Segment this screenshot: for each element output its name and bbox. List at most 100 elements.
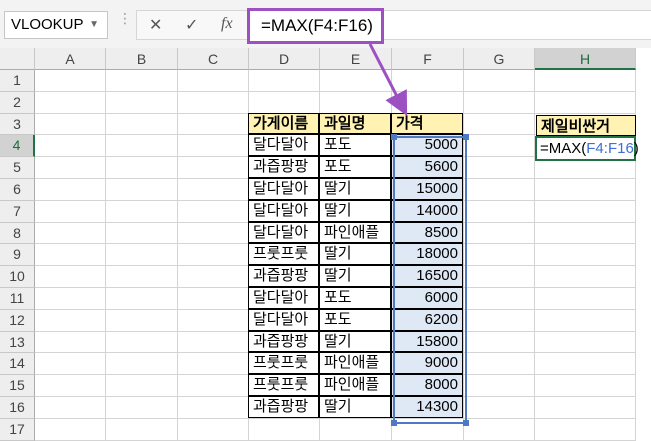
cell[interactable] (464, 179, 535, 201)
store-name-cell[interactable]: 달다달아 (248, 199, 319, 222)
select-all-corner[interactable] (0, 48, 35, 70)
cell[interactable] (35, 418, 106, 441)
row-header-8[interactable]: 8 (0, 222, 35, 245)
cell[interactable] (35, 113, 106, 136)
row-header-16[interactable]: 16 (0, 397, 35, 419)
price-cell[interactable]: 8000 (391, 374, 463, 396)
cell[interactable] (35, 200, 106, 223)
cell[interactable] (35, 331, 106, 354)
cell[interactable] (178, 309, 249, 332)
row-header-3[interactable]: 3 (0, 113, 35, 136)
cell[interactable] (178, 135, 249, 158)
cell[interactable] (106, 397, 178, 419)
fruit-name-cell[interactable]: 딸기 (319, 396, 391, 418)
cell[interactable] (178, 266, 249, 288)
cell[interactable] (392, 91, 464, 114)
cell[interactable] (249, 418, 320, 441)
price-cell[interactable]: 14300 (391, 396, 463, 418)
cell[interactable] (35, 309, 106, 332)
fruit-name-cell[interactable]: 파인애플 (319, 374, 391, 396)
price-cell[interactable]: 5600 (391, 156, 463, 178)
fruit-name-cell[interactable]: 포도 (319, 134, 391, 157)
cell[interactable] (106, 91, 178, 114)
dropdown-arrow-icon[interactable]: ▼ (89, 12, 99, 38)
row-header-1[interactable]: 1 (0, 70, 35, 92)
store-name-cell[interactable]: 달다달아 (248, 134, 319, 157)
cell[interactable] (178, 331, 249, 354)
cell[interactable] (535, 331, 636, 354)
cell[interactable] (35, 157, 106, 179)
price-cell[interactable]: 8500 (391, 221, 463, 244)
cell[interactable] (106, 179, 178, 201)
cell[interactable] (106, 113, 178, 136)
price-cell[interactable]: 18000 (391, 243, 463, 266)
column-header-c[interactable]: C (178, 48, 249, 70)
cell[interactable] (106, 266, 178, 288)
cell[interactable] (35, 266, 106, 288)
store-name-cell[interactable]: 달다달아 (248, 287, 319, 309)
price-cell[interactable]: 14000 (391, 199, 463, 222)
cell[interactable] (249, 70, 320, 92)
result-label[interactable]: 제일비싼거 (536, 115, 636, 136)
cell[interactable] (535, 353, 636, 376)
row-header-9[interactable]: 9 (0, 244, 35, 267)
cell[interactable] (178, 70, 249, 92)
column-header-b[interactable]: B (106, 48, 178, 70)
cell[interactable] (464, 331, 535, 354)
row-header-7[interactable]: 7 (0, 200, 35, 223)
fruit-name-cell[interactable]: 포도 (319, 308, 391, 331)
cell[interactable] (392, 418, 464, 441)
cell[interactable] (535, 397, 636, 419)
cell[interactable] (35, 222, 106, 245)
cell[interactable] (535, 375, 636, 397)
cell[interactable] (535, 309, 636, 332)
price-cell[interactable]: 16500 (391, 265, 463, 287)
row-header-5[interactable]: 5 (0, 157, 35, 179)
cell[interactable] (178, 113, 249, 136)
row-header-17[interactable]: 17 (0, 418, 35, 441)
column-header-d[interactable]: D (249, 48, 320, 70)
cell[interactable] (178, 288, 249, 310)
cell[interactable] (535, 91, 636, 114)
price-cell[interactable]: 15000 (391, 178, 463, 200)
row-header-14[interactable]: 14 (0, 353, 35, 376)
fx-icon[interactable]: fx (221, 15, 233, 33)
cell[interactable] (106, 135, 178, 158)
cancel-icon[interactable]: ✕ (149, 15, 162, 35)
cell[interactable] (464, 135, 535, 158)
cell[interactable] (106, 375, 178, 397)
cell[interactable] (35, 244, 106, 267)
cell[interactable] (106, 418, 178, 441)
resize-handle-icon[interactable]: ⋮ (118, 11, 132, 37)
store-name-cell[interactable]: 프룻프룻 (248, 243, 319, 266)
store-name-cell[interactable]: 달다달아 (248, 308, 319, 331)
price-cell[interactable]: 6200 (391, 308, 463, 331)
cell[interactable] (464, 200, 535, 223)
cell[interactable] (106, 353, 178, 376)
fruit-name-cell[interactable]: 포도 (319, 287, 391, 309)
table-header-cell[interactable]: 가게이름 (248, 112, 319, 135)
fruit-name-cell[interactable]: 딸기 (319, 199, 391, 222)
cell[interactable] (392, 70, 464, 92)
cell[interactable] (106, 70, 178, 92)
cell[interactable] (106, 200, 178, 223)
fruit-name-cell[interactable]: 파인애플 (319, 221, 391, 244)
column-header-g[interactable]: G (464, 48, 535, 70)
row-header-12[interactable]: 12 (0, 309, 35, 332)
column-header-a[interactable]: A (35, 48, 106, 70)
table-header-cell[interactable]: 과일명 (319, 112, 391, 135)
fruit-name-cell[interactable]: 포도 (319, 156, 391, 178)
cell[interactable] (464, 375, 535, 397)
store-name-cell[interactable]: 과즙팡팡 (248, 396, 319, 418)
cell[interactable] (35, 70, 106, 92)
row-header-15[interactable]: 15 (0, 375, 35, 397)
cell[interactable] (464, 418, 535, 441)
cell[interactable] (178, 200, 249, 223)
price-cell[interactable]: 9000 (391, 352, 463, 375)
cell[interactable] (535, 266, 636, 288)
store-name-cell[interactable]: 과즙팡팡 (248, 330, 319, 353)
cell[interactable] (464, 244, 535, 267)
cell[interactable] (464, 222, 535, 245)
cell[interactable] (535, 288, 636, 310)
cell[interactable] (464, 309, 535, 332)
